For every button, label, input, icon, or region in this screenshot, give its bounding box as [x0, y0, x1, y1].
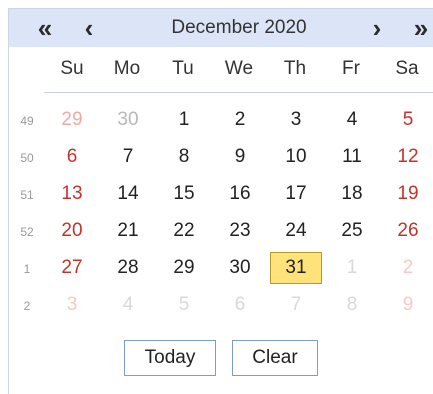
- day-cell[interactable]: 20: [50, 215, 94, 247]
- month-year-title[interactable]: December 2020: [129, 9, 349, 47]
- day-cell[interactable]: 1: [330, 252, 374, 284]
- day-cell[interactable]: 5: [162, 289, 206, 321]
- day-cell[interactable]: 17: [274, 178, 318, 210]
- day-cell[interactable]: 30: [106, 104, 150, 136]
- day-cell[interactable]: 15: [162, 178, 206, 210]
- day-cell[interactable]: 14: [106, 178, 150, 210]
- day-cell[interactable]: 9: [218, 141, 262, 173]
- weekday-thursday: Th: [283, 58, 307, 79]
- day-cell[interactable]: 12: [386, 141, 430, 173]
- week-number: 51: [20, 188, 34, 202]
- day-cell[interactable]: 18: [330, 178, 374, 210]
- day-cell[interactable]: 26: [386, 215, 430, 247]
- day-cell[interactable]: 1: [162, 104, 206, 136]
- day-cell[interactable]: 6: [218, 289, 262, 321]
- weekday-friday: Fr: [342, 58, 360, 79]
- day-cell[interactable]: 23: [218, 215, 262, 247]
- week-number: 52: [20, 225, 34, 239]
- day-cell[interactable]: 19: [386, 178, 430, 210]
- day-cell[interactable]: 11: [330, 141, 374, 173]
- next-year-button[interactable]: »: [401, 9, 433, 47]
- day-cell[interactable]: 7: [106, 141, 150, 173]
- day-cell[interactable]: 21: [106, 215, 150, 247]
- day-cell[interactable]: 5: [386, 104, 430, 136]
- weekday-monday: Mo: [113, 58, 141, 79]
- weekday-wednesday: We: [224, 58, 254, 79]
- day-cell[interactable]: 29: [50, 104, 94, 136]
- day-cell[interactable]: 24: [274, 215, 318, 247]
- week-number-column: 49 50 51 52 1 2: [10, 92, 44, 337]
- day-cell[interactable]: 2: [386, 252, 430, 284]
- day-cell[interactable]: 6: [50, 141, 94, 173]
- weekday-divider: [44, 92, 433, 93]
- day-cell[interactable]: 16: [218, 178, 262, 210]
- weekday-saturday: Sa: [395, 58, 419, 79]
- previous-year-button[interactable]: «: [25, 9, 65, 47]
- day-cell[interactable]: 3: [274, 104, 318, 136]
- day-cell[interactable]: 28: [106, 252, 150, 284]
- week-number: 49: [20, 114, 34, 128]
- clear-button[interactable]: Clear: [232, 340, 318, 376]
- calendar-header: « ‹ December 2020 › »: [9, 9, 433, 47]
- day-cell[interactable]: 9: [386, 289, 430, 321]
- weekday-sunday: Su: [60, 58, 84, 79]
- day-cell[interactable]: 10: [274, 141, 318, 173]
- today-button[interactable]: Today: [124, 340, 216, 376]
- week-number: 50: [20, 151, 34, 165]
- day-cell[interactable]: 2: [218, 104, 262, 136]
- day-cell[interactable]: 13: [50, 178, 94, 210]
- week-number: 1: [23, 262, 31, 276]
- day-cell[interactable]: 22: [162, 215, 206, 247]
- day-cell[interactable]: 29: [162, 252, 206, 284]
- day-cell[interactable]: 27: [50, 252, 94, 284]
- day-cell[interactable]: 4: [106, 289, 150, 321]
- day-cell[interactable]: 30: [218, 252, 262, 284]
- day-cell[interactable]: 8: [330, 289, 374, 321]
- day-cell-selected[interactable]: 31: [270, 252, 322, 284]
- day-cell[interactable]: 3: [50, 289, 94, 321]
- day-cell[interactable]: 4: [330, 104, 374, 136]
- weekday-tuesday: Tu: [172, 58, 194, 79]
- previous-month-button[interactable]: ‹: [69, 9, 109, 47]
- day-cell[interactable]: 25: [330, 215, 374, 247]
- next-month-button[interactable]: ›: [357, 9, 397, 47]
- day-cell[interactable]: 7: [274, 289, 318, 321]
- day-cell[interactable]: 8: [162, 141, 206, 173]
- weekday-header-row: Su Mo Tu We Th Fr Sa: [44, 58, 433, 88]
- week-number: 2: [23, 299, 31, 313]
